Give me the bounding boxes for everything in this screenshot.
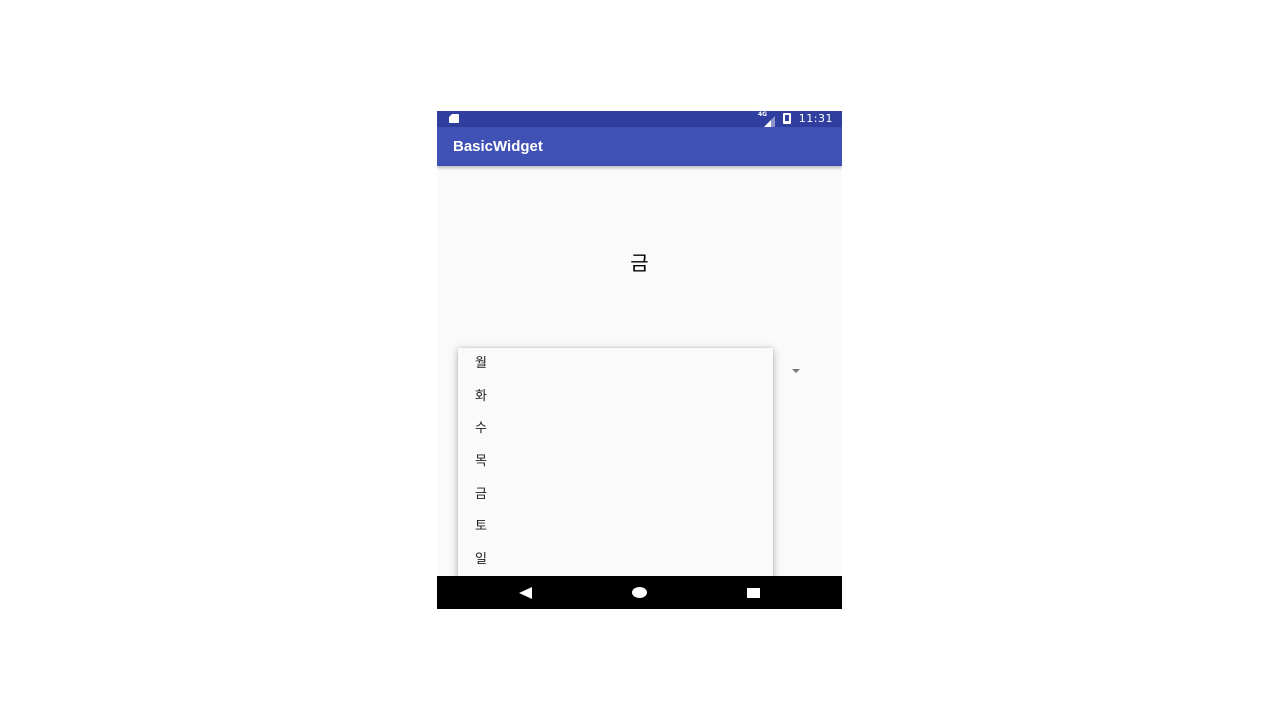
app-title: BasicWidget — [453, 138, 543, 155]
recents-icon[interactable] — [747, 588, 760, 598]
dropdown-item-tue[interactable]: 화 — [458, 381, 773, 414]
battery-icon — [783, 113, 791, 124]
app-bar: BasicWidget — [437, 127, 842, 166]
status-bar: 4G 11:31 — [437, 111, 842, 128]
phone-screen: 4G 11:31 BasicWidget 금 월 화 수 목 금 토 일 — [437, 111, 842, 609]
sd-card-icon — [449, 114, 459, 123]
dropdown-item-thu[interactable]: 목 — [458, 446, 773, 479]
dropdown-item-sun[interactable]: 일 — [458, 544, 773, 577]
dropdown-item-wed[interactable]: 수 — [458, 413, 773, 446]
selected-day-text: 금 — [630, 251, 649, 275]
dropdown-item-sat[interactable]: 토 — [458, 511, 773, 544]
dropdown-item-fri[interactable]: 금 — [458, 479, 773, 512]
dropdown-item-mon[interactable]: 월 — [458, 348, 773, 381]
back-icon[interactable] — [519, 587, 532, 599]
network-type-label: 4G — [758, 111, 768, 118]
status-clock: 11:31 — [798, 112, 833, 125]
home-icon[interactable] — [632, 587, 647, 598]
navigation-bar — [437, 576, 842, 609]
spinner-dropdown: 월 화 수 목 금 토 일 — [458, 348, 773, 609]
network-signal-icon: 4G — [758, 111, 775, 128]
dropdown-arrow-icon[interactable] — [792, 369, 800, 373]
